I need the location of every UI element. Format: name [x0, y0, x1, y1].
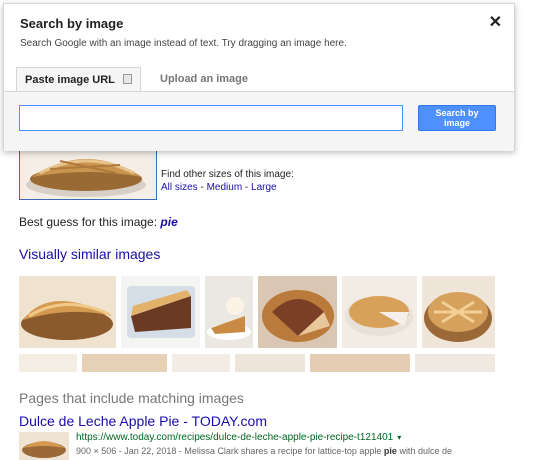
search-by-image-button[interactable]: Search by image: [418, 105, 496, 131]
size-sep: -: [197, 182, 207, 193]
similar-image-3[interactable]: [205, 276, 253, 348]
best-guess: Best guess for this image: pie: [19, 215, 178, 229]
large-size-link[interactable]: Large: [251, 182, 277, 193]
similar-image-12[interactable]: [415, 354, 495, 372]
similar-image-8[interactable]: [82, 354, 167, 372]
similar-image-5[interactable]: [342, 276, 417, 348]
dialog-title: Search by image: [20, 16, 124, 31]
similar-image-1[interactable]: [19, 276, 116, 348]
result-thumbnail[interactable]: [19, 432, 69, 460]
visually-similar-heading[interactable]: Visually similar images: [19, 246, 160, 262]
tab-upload-an-image[interactable]: Upload an image: [152, 67, 256, 91]
find-sizes-label: Find other sizes of this image:: [161, 169, 294, 180]
search-by-image-dialog: Search by image ✕ Search Google with an …: [3, 3, 515, 151]
pie-image: [19, 276, 116, 348]
find-other-sizes: Find other sizes of this image: All size…: [161, 168, 294, 194]
result-snippet: 900 × 506 - Jan 22, 2018 - Melissa Clark…: [76, 446, 452, 456]
url-dropdown-icon[interactable]: ▾: [397, 433, 401, 442]
similar-image-10[interactable]: [235, 354, 305, 372]
clipboard-icon: [122, 74, 132, 85]
result-url[interactable]: https://www.today.com/recipes/dulce-de-l…: [76, 432, 401, 443]
similar-image-11[interactable]: [310, 354, 410, 372]
snippet-text: 900 × 506 - Jan 22, 2018 - Melissa Clark…: [76, 446, 384, 456]
tab-label: Paste image URL: [25, 74, 115, 86]
close-icon[interactable]: ✕: [489, 14, 502, 32]
result-url-text: https://www.today.com/recipes/dulce-de-l…: [76, 432, 394, 443]
pie-image: [121, 276, 200, 348]
image-url-input[interactable]: [19, 105, 403, 131]
similar-image-9[interactable]: [172, 354, 230, 372]
tab-label: Upload an image: [160, 73, 249, 85]
size-sep: -: [242, 182, 252, 193]
best-guess-label: Best guess for this image:: [19, 215, 158, 229]
pie-image: [422, 276, 495, 348]
snippet-text-end: with dulce de: [396, 446, 452, 456]
pages-with-matching-images-heading: Pages that include matching images: [19, 390, 244, 406]
similar-image-7[interactable]: [19, 354, 77, 372]
similar-image-6[interactable]: [422, 276, 495, 348]
similar-image-2[interactable]: [121, 276, 200, 348]
result-title-link[interactable]: Dulce de Leche Apple Pie - TODAY.com: [19, 413, 267, 429]
search-results-page: Find other sizes of this image: All size…: [0, 0, 538, 460]
pie-image: [19, 432, 69, 460]
medium-size-link[interactable]: Medium: [207, 182, 243, 193]
similar-images-row-2: [19, 354, 519, 372]
dialog-subtitle: Search Google with an image instead of t…: [20, 38, 347, 49]
size-links: All sizes - Medium - Large: [161, 181, 294, 194]
similar-image-4[interactable]: [258, 276, 337, 348]
best-guess-link[interactable]: pie: [160, 215, 177, 229]
pie-image: [342, 276, 417, 348]
url-panel: Search by image: [4, 91, 514, 151]
pie-image: [205, 276, 253, 348]
tab-paste-image-url[interactable]: Paste image URL: [16, 67, 141, 93]
pie-image: [258, 276, 337, 348]
all-sizes-link[interactable]: All sizes: [161, 182, 198, 193]
snippet-highlight: pie: [383, 446, 397, 456]
